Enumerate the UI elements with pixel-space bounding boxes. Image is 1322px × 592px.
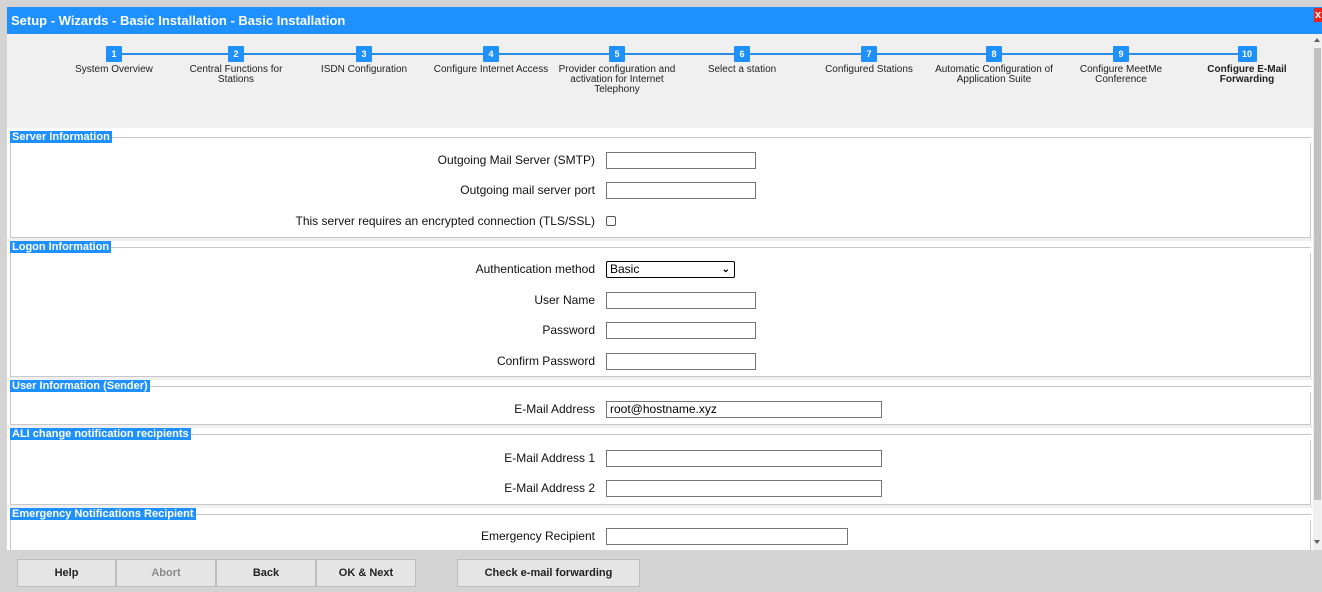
step-6[interactable]: 6 Select a station <box>680 46 804 75</box>
scroll-up-icon[interactable] <box>1314 38 1320 42</box>
button-bar: Help Abort Back OK & Next Check e-mail f… <box>7 550 1322 592</box>
step-number: 4 <box>483 46 499 62</box>
confirm-password-label: Confirm Password <box>496 354 595 368</box>
step-2[interactable]: 2 Central Functions for Stations <box>174 46 298 85</box>
tls-checkbox[interactable] <box>606 216 616 226</box>
section-server: Outgoing Mail Server (SMTP) Outgoing mai… <box>10 143 1311 238</box>
help-button[interactable]: Help <box>17 559 116 587</box>
section-header-emergency: Emergency Notifications Recipient <box>10 508 196 520</box>
step-number: 6 <box>734 46 750 62</box>
section-rule <box>10 514 1311 515</box>
window-title: Setup - Wizards - Basic Installation - B… <box>11 13 346 28</box>
section-gap <box>7 505 1313 508</box>
smtp-port-input[interactable] <box>606 182 756 199</box>
smtp-server-input[interactable] <box>606 152 756 169</box>
step-number: 7 <box>861 46 877 62</box>
section-header-logon: Logon Information <box>10 241 112 253</box>
ok-next-button[interactable]: OK & Next <box>316 559 416 587</box>
sender-email-label: E-Mail Address <box>514 402 595 416</box>
step-label: Configure E-Mail Forwarding <box>1207 64 1287 85</box>
step-number: 9 <box>1113 46 1129 62</box>
close-icon[interactable]: x <box>1314 8 1322 22</box>
step-label: System Overview <box>75 64 153 75</box>
smtp-label: Outgoing Mail Server (SMTP) <box>437 153 595 167</box>
auth-method-label: Authentication method <box>475 262 595 276</box>
section-gap <box>7 377 1313 380</box>
password-label: Password <box>542 323 595 337</box>
back-button[interactable]: Back <box>216 559 316 587</box>
scroll-thumb[interactable] <box>1314 48 1321 500</box>
emergency-recipient-label: Emergency Recipient <box>480 529 595 543</box>
section-rule <box>10 247 1311 248</box>
user-name-input[interactable] <box>606 292 756 309</box>
auth-method-value: Basic <box>610 262 640 276</box>
section-logon: Authentication method Basic ⌄ User Name … <box>10 253 1311 377</box>
section-gap <box>7 238 1313 241</box>
step-label: Configured Stations <box>825 64 913 75</box>
confirm-password-input[interactable] <box>606 353 756 370</box>
section-rule <box>10 137 1311 138</box>
step-1[interactable]: 1 System Overview <box>52 46 176 75</box>
check-email-forwarding-button[interactable]: Check e-mail forwarding <box>457 559 640 587</box>
section-rule <box>10 386 1311 387</box>
ali-email-1-input[interactable] <box>606 450 882 467</box>
wizard-stepper: 1 System Overview 2 Central Functions fo… <box>7 34 1313 128</box>
scroll-down-icon[interactable] <box>1314 540 1320 544</box>
emergency-recipient-input[interactable] <box>606 528 848 545</box>
step-label: Configure MeetMe Conference <box>1079 64 1163 85</box>
chevron-down-icon: ⌄ <box>721 264 730 275</box>
ali-email-2-label: E-Mail Address 2 <box>504 481 595 495</box>
step-7[interactable]: 7 Configured Stations <box>807 46 931 75</box>
section-gap <box>7 425 1313 428</box>
step-3[interactable]: 3 ISDN Configuration <box>302 46 426 75</box>
step-9[interactable]: 9 Configure MeetMe Conference <box>1059 46 1183 85</box>
step-number: 3 <box>356 46 372 62</box>
step-label: Configure Internet Access <box>433 64 549 75</box>
window-title-bar: Setup - Wizards - Basic Installation - B… <box>7 7 1322 34</box>
step-label: Central Functions for Stations <box>189 64 283 85</box>
abort-button[interactable]: Abort <box>116 559 216 587</box>
step-4[interactable]: 4 Configure Internet Access <box>429 46 553 75</box>
section-header-server: Server Information <box>10 131 112 143</box>
step-8[interactable]: 8 Automatic Configuration of Application… <box>932 46 1056 85</box>
section-header-ali: ALI change notification recipients <box>10 428 191 440</box>
user-name-label: User Name <box>534 293 595 307</box>
ali-email-2-input[interactable] <box>606 480 882 497</box>
port-label: Outgoing mail server port <box>460 183 595 197</box>
section-rule <box>10 434 1311 435</box>
tls-label: This server requires an encrypted connec… <box>295 214 595 228</box>
wizard-content: 1 System Overview 2 Central Functions fo… <box>7 34 1313 550</box>
step-10-current[interactable]: 10 Configure E-Mail Forwarding <box>1185 46 1309 85</box>
step-label: Select a station <box>707 64 777 75</box>
sender-email-input[interactable]: root@hostname.xyz <box>606 401 882 418</box>
step-number: 5 <box>609 46 625 62</box>
step-number: 1 <box>106 46 122 62</box>
step-label: Provider configuration and activation fo… <box>558 64 676 95</box>
step-label: ISDN Configuration <box>320 64 408 75</box>
section-emergency: Emergency Recipient <box>10 520 1311 550</box>
step-number: 10 <box>1237 46 1257 62</box>
step-number: 8 <box>986 46 1002 62</box>
section-sender: E-Mail Address root@hostname.xyz <box>10 392 1311 425</box>
section-header-sender: User Information (Sender) <box>10 380 150 392</box>
section-ali: E-Mail Address 1 E-Mail Address 2 <box>10 440 1311 505</box>
step-5[interactable]: 5 Provider configuration and activation … <box>555 46 679 95</box>
auth-method-select[interactable]: Basic ⌄ <box>606 261 735 278</box>
step-label: Automatic Configuration of Application S… <box>935 64 1053 85</box>
ali-email-1-label: E-Mail Address 1 <box>504 451 595 465</box>
step-number: 2 <box>228 46 244 62</box>
vertical-scrollbar[interactable] <box>1313 34 1322 550</box>
password-input[interactable] <box>606 322 756 339</box>
